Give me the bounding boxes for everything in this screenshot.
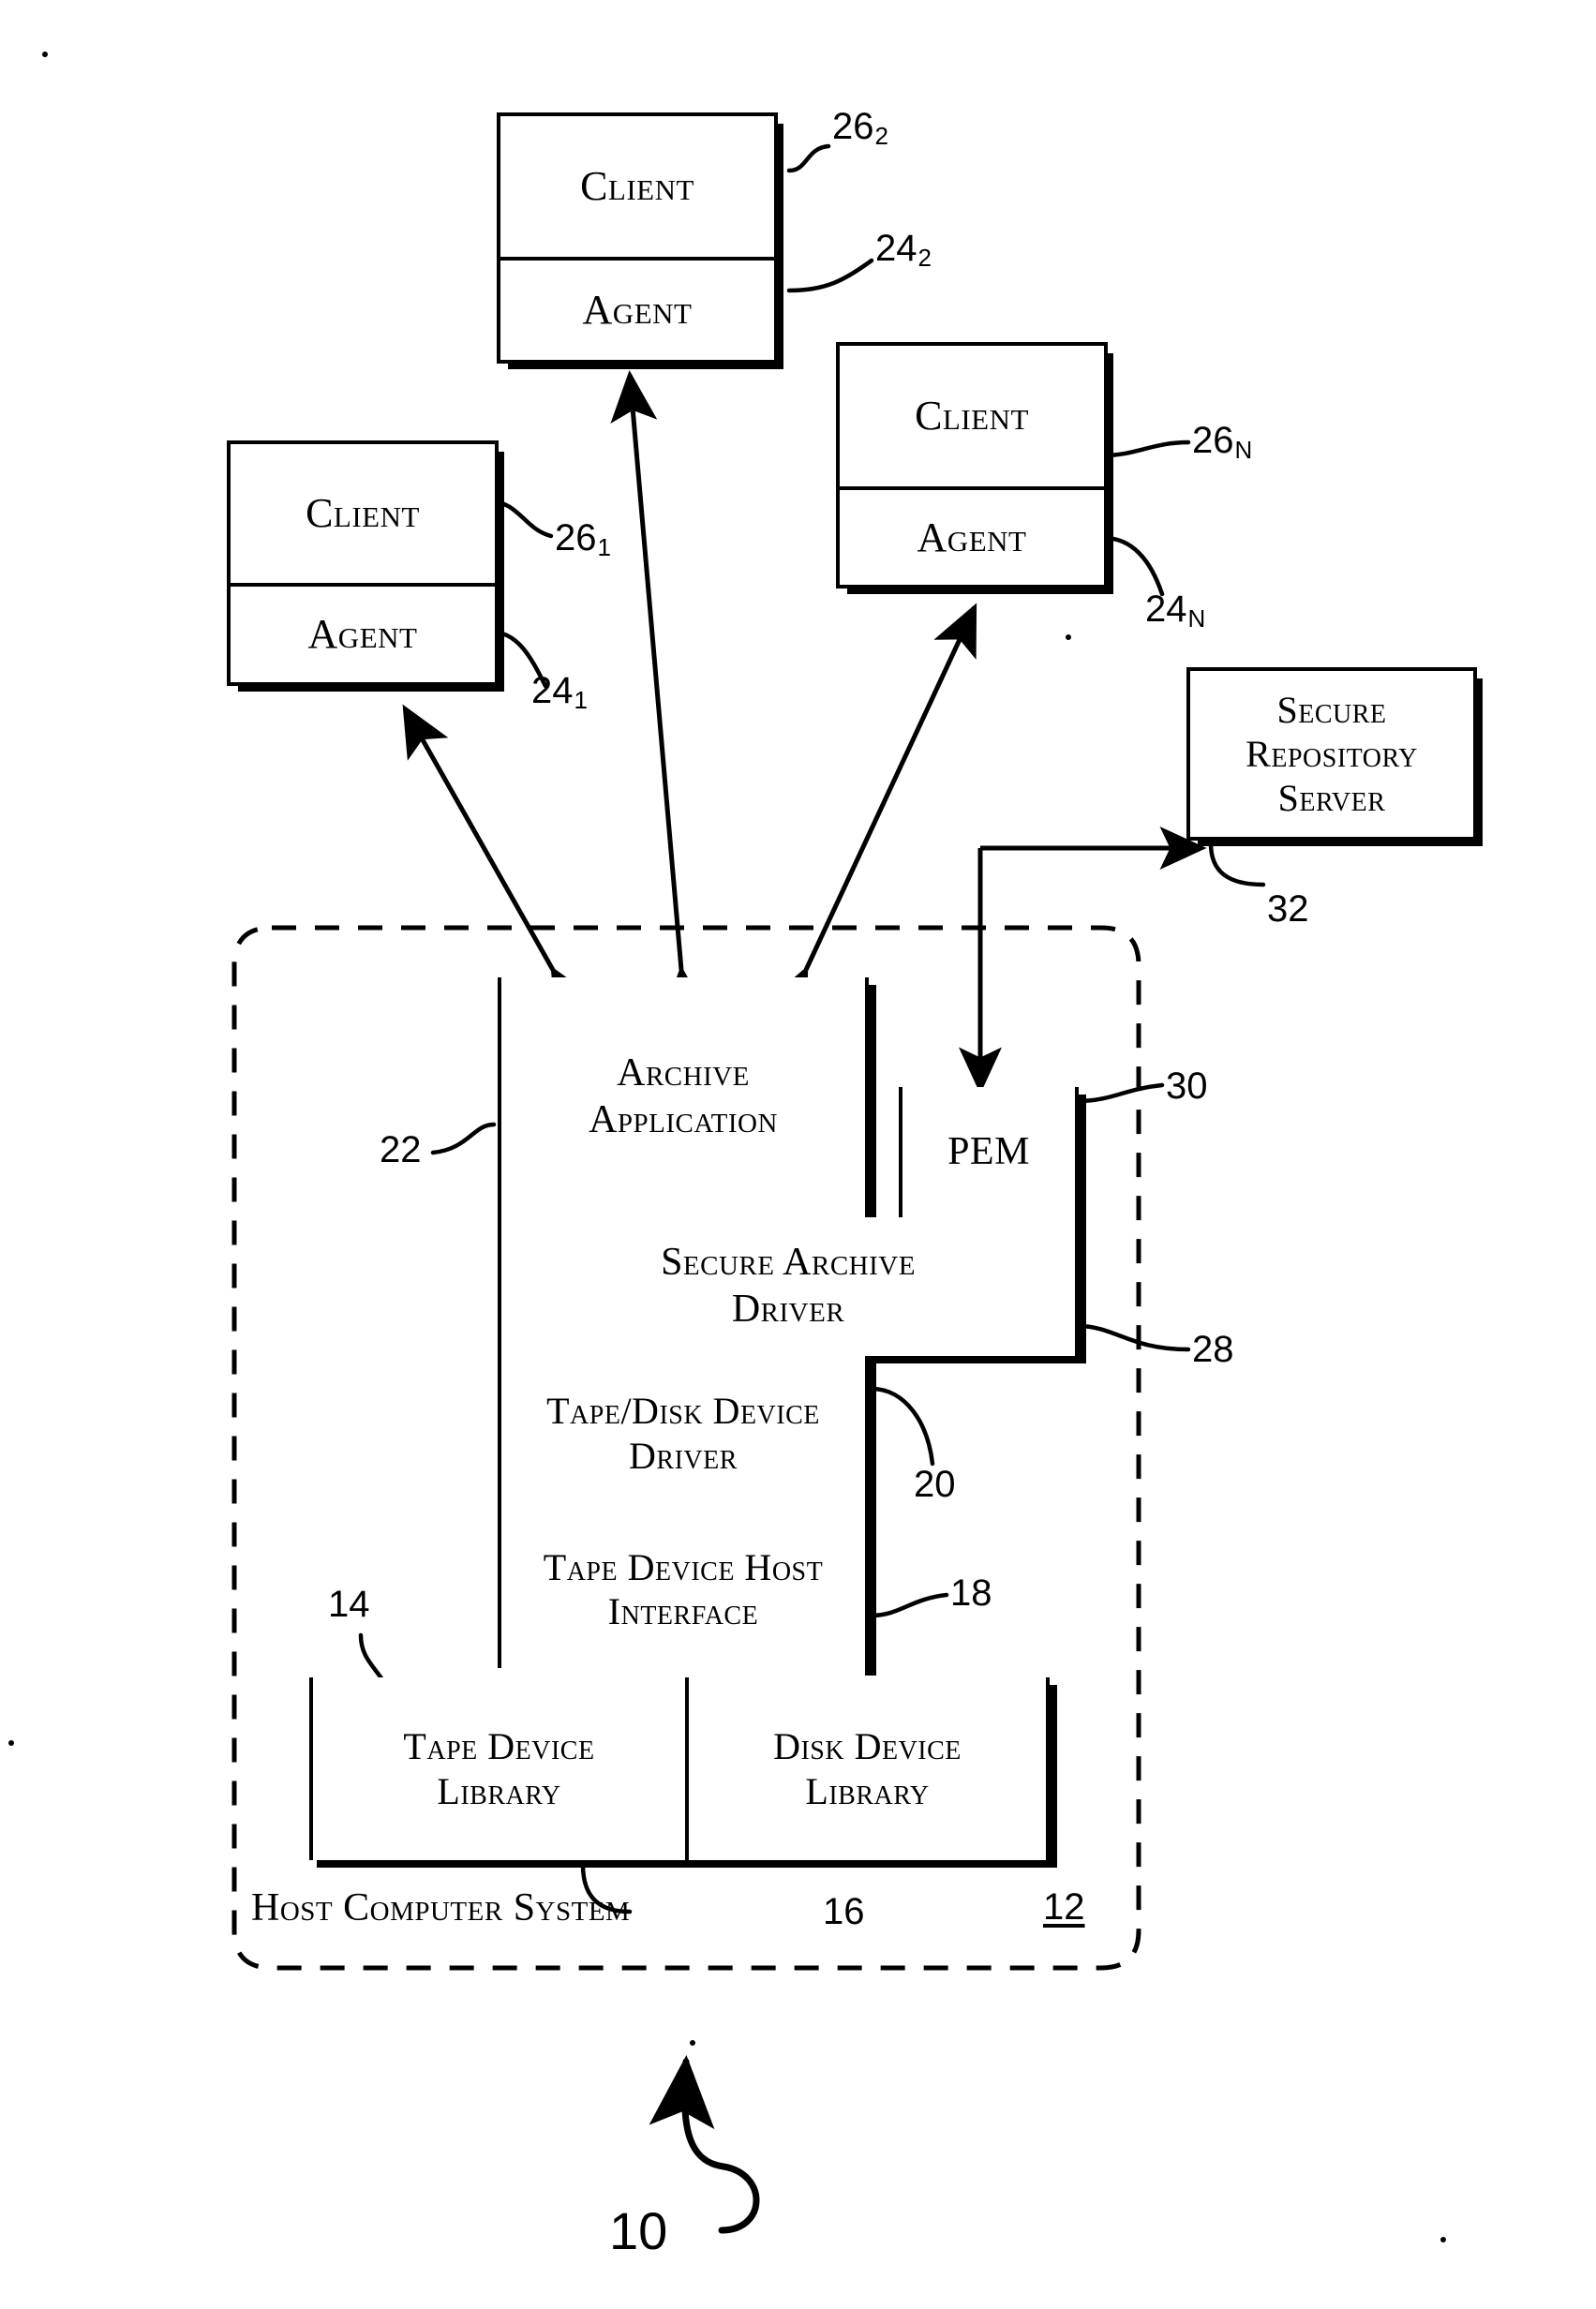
leader-32 — [1208, 841, 1266, 887]
ref-16: 16 — [823, 1891, 865, 1932]
archive-application-line-1: Archive — [617, 1051, 750, 1095]
leader-26-2 — [786, 143, 831, 173]
leader-28 — [1075, 1323, 1191, 1352]
tape-disk-device-driver-shadow-right — [865, 1363, 876, 1518]
ref-32: 32 — [1267, 888, 1309, 930]
secure-repository-server-box: Secure Repository Server — [1186, 667, 1483, 846]
ref-26-n-sub: N — [1234, 435, 1253, 464]
secure-archive-driver-label: Secure Archive Driver — [501, 1217, 1075, 1356]
tape-device-host-interface-line-1: Tape Device Host — [543, 1545, 824, 1588]
secure-archive-driver-line-2: Driver — [731, 1288, 845, 1331]
link-archive-client1 — [402, 704, 597, 1022]
tape-device-library-line-2: Library — [437, 1769, 561, 1812]
disk-device-library-line-1: Disk Device — [773, 1725, 962, 1768]
ref-26-2-num: 26 — [832, 106, 874, 147]
tape-device-host-interface-line-2: Interface — [607, 1590, 759, 1632]
client-2-agent: Agent — [500, 261, 774, 360]
secure-archive-driver-shadow-right — [1075, 1225, 1086, 1363]
leader-26-n — [1101, 439, 1191, 458]
disk-device-library-line-2: Library — [805, 1769, 930, 1812]
ref-22: 22 — [380, 1129, 422, 1170]
client-2-title: Client — [500, 116, 774, 257]
leader-20 — [869, 1386, 935, 1467]
repository-line-2: Repository — [1245, 732, 1418, 775]
repository-line-3: Server — [1277, 777, 1386, 820]
pem-label: PEM — [902, 1087, 1075, 1217]
client-n-divider — [840, 486, 1104, 490]
pem-shadow-right — [1075, 1095, 1086, 1225]
device-libraries-shadow-right — [1046, 1685, 1057, 1868]
ref-26-2: 262 — [832, 106, 888, 151]
tape-device-host-interface-label: Tape Device Host Interface — [501, 1511, 865, 1668]
ref-30: 30 — [1166, 1065, 1208, 1107]
ref-24-1-sub: 1 — [574, 685, 588, 714]
ref-24-n-num: 24 — [1145, 588, 1187, 630]
ref-26-n: 26N — [1192, 420, 1252, 465]
link-archive-client2 — [610, 370, 709, 1019]
client-box-n: Client Agent — [836, 342, 1113, 594]
repository-line-1: Secure — [1276, 688, 1387, 731]
ref-26-2-sub: 2 — [874, 121, 888, 150]
leader-22 — [430, 1122, 497, 1155]
client-1-divider — [231, 583, 495, 587]
ref-24-2-sub: 2 — [917, 243, 932, 272]
client-2-divider — [500, 257, 774, 261]
archive-application-line-2: Application — [589, 1098, 778, 1141]
link-pem-repository — [958, 827, 1207, 1095]
figure-numeral-10: 10 — [609, 2201, 668, 2260]
secure-repository-server-label: Secure Repository Server — [1190, 671, 1473, 837]
client-1-title: Client — [231, 444, 495, 583]
client-n-title: Client — [840, 346, 1104, 486]
secure-archive-driver-line-1: Secure Archive — [661, 1241, 916, 1285]
ref-24-n: 24N — [1145, 588, 1205, 633]
ref-24-2: 242 — [875, 228, 932, 273]
host-computer-system-caption: Host Computer System — [251, 1886, 631, 1929]
tape-disk-device-driver-label: Tape/Disk Device Driver — [501, 1356, 865, 1511]
client-n-agent: Agent — [840, 490, 1104, 585]
patent-figure: Client Agent 262 242 Client Agent 261 24… — [0, 0, 1596, 2309]
figure-callout-arrow — [649, 2055, 760, 2234]
ref-24-1-num: 24 — [531, 670, 574, 711]
ref-26-1: 261 — [555, 517, 611, 562]
leader-24-2 — [786, 258, 874, 293]
archive-application-shadow-right — [865, 985, 876, 1225]
ref-26-1-num: 26 — [555, 517, 597, 559]
ref-26-n-num: 26 — [1192, 420, 1234, 461]
ref-20: 20 — [914, 1464, 956, 1505]
ref-24-2-num: 24 — [875, 228, 917, 269]
disk-device-library-label: Disk Device Library — [689, 1677, 1046, 1860]
ref-24-n-sub: N — [1187, 603, 1206, 633]
client-box-2: Client Agent — [497, 112, 783, 369]
tape-device-library-line-1: Tape Device — [403, 1725, 595, 1768]
ref-14: 14 — [328, 1584, 370, 1625]
tape-disk-device-driver-line-1: Tape/Disk Device — [546, 1390, 820, 1433]
link-archive-clientn — [765, 603, 977, 1022]
archive-application-label: Archive Application — [501, 977, 865, 1217]
ref-12: 12 — [1043, 1886, 1085, 1928]
tape-device-library-label: Tape Device Library — [313, 1677, 685, 1860]
ref-28: 28 — [1192, 1329, 1234, 1370]
client-box-1: Client Agent — [227, 440, 504, 692]
ref-24-1: 241 — [531, 670, 588, 715]
leader-30 — [1075, 1082, 1165, 1104]
ref-18: 18 — [950, 1572, 992, 1614]
ref-26-1-sub: 1 — [597, 532, 611, 561]
leader-18 — [869, 1592, 949, 1618]
tape-disk-device-driver-line-2: Driver — [629, 1434, 738, 1477]
client-1-agent: Agent — [231, 587, 495, 682]
tape-device-host-interface-shadow-right — [865, 1518, 876, 1676]
